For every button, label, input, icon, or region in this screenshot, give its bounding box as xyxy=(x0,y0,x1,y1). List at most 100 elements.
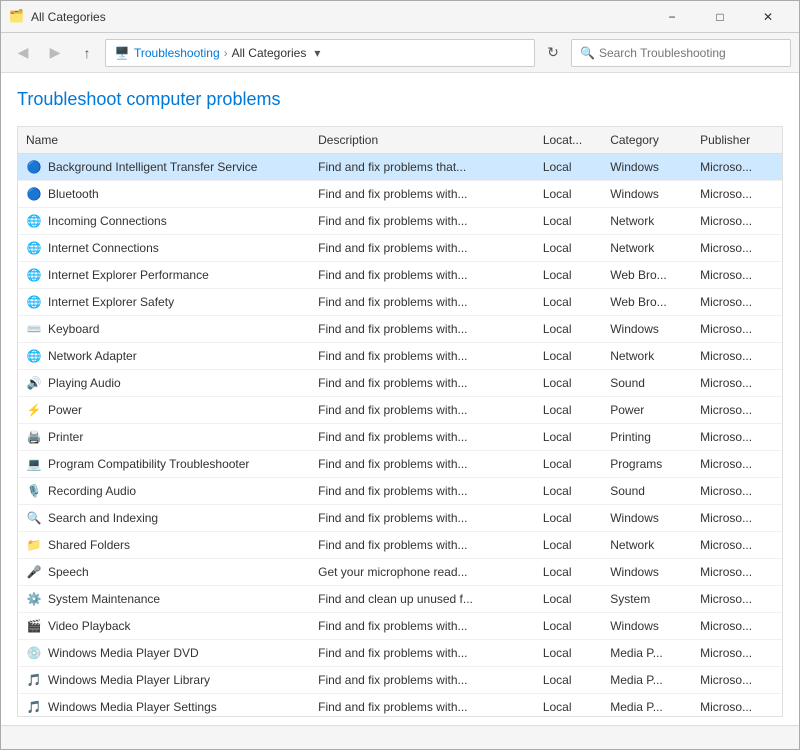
row-icon: 💻 xyxy=(26,456,42,472)
col-header-category[interactable]: Category xyxy=(602,127,692,154)
row-icon: 🌐 xyxy=(26,213,42,229)
item-publisher: Microso... xyxy=(692,478,782,505)
table-row[interactable]: 🎵Windows Media Player SettingsFind and f… xyxy=(18,694,782,718)
table-row[interactable]: ⌨️KeyboardFind and fix problems with...L… xyxy=(18,316,782,343)
item-publisher: Microso... xyxy=(692,289,782,316)
minimize-button[interactable]: − xyxy=(649,1,695,33)
row-icon: ⚡ xyxy=(26,402,42,418)
table-row[interactable]: 🎬Video PlaybackFind and fix problems wit… xyxy=(18,613,782,640)
item-publisher: Microso... xyxy=(692,424,782,451)
row-icon: 🌐 xyxy=(26,240,42,256)
main-window: 🗂️ All Categories − □ ✕ ◀ ▶ ↑ 🖥️ Trouble… xyxy=(0,0,800,750)
item-location: Local xyxy=(535,235,602,262)
search-box: 🔍 xyxy=(571,39,791,67)
table-row[interactable]: 🌐Internet ConnectionsFind and fix proble… xyxy=(18,235,782,262)
item-description: Get your microphone read... xyxy=(310,559,535,586)
row-icon: 🔊 xyxy=(26,375,42,391)
item-name: System Maintenance xyxy=(48,592,160,606)
table-row[interactable]: ⚡PowerFind and fix problems with...Local… xyxy=(18,397,782,424)
item-name: Shared Folders xyxy=(48,538,130,552)
item-publisher: Microso... xyxy=(692,343,782,370)
table-row[interactable]: 🔊Playing AudioFind and fix problems with… xyxy=(18,370,782,397)
table-row[interactable]: 🔵BluetoothFind and fix problems with...L… xyxy=(18,181,782,208)
item-publisher: Microso... xyxy=(692,532,782,559)
table-row[interactable]: 🌐 Incoming Connections Find and fix proble… xyxy=(18,208,782,235)
item-location: Local xyxy=(535,397,602,424)
col-header-name[interactable]: Name xyxy=(18,127,310,154)
row-icon: 🌐 xyxy=(26,267,42,283)
item-category: Programs xyxy=(602,451,692,478)
status-bar xyxy=(1,725,799,749)
item-category: Web Bro... xyxy=(602,289,692,316)
item-location: Local xyxy=(535,640,602,667)
table-row[interactable]: 🎤SpeechGet your microphone read...LocalW… xyxy=(18,559,782,586)
row-icon: ⚙️ xyxy=(26,591,42,607)
item-category: Sound xyxy=(602,370,692,397)
table-row[interactable]: 🔵Background Intelligent Transfer Service… xyxy=(18,154,782,181)
item-location: Local xyxy=(535,478,602,505)
table-row[interactable]: 💿Windows Media Player DVDFind and fix pr… xyxy=(18,640,782,667)
maximize-button[interactable]: □ xyxy=(697,1,743,33)
item-name: Incoming Connections xyxy=(48,214,167,228)
item-location: Local xyxy=(535,451,602,478)
item-description: Find and fix problems with... xyxy=(310,397,535,424)
row-icon: 🎙️ xyxy=(26,483,42,499)
item-publisher: Microso... xyxy=(692,667,782,694)
item-location: Local xyxy=(535,694,602,718)
item-publisher: Microso... xyxy=(692,505,782,532)
item-category: Network xyxy=(602,208,692,235)
breadcrumb-troubleshooting[interactable]: Troubleshooting xyxy=(134,46,220,60)
up-button[interactable]: ↑ xyxy=(73,39,101,67)
items-table-container[interactable]: Name Description Locat... Category Publi… xyxy=(17,126,783,717)
table-row[interactable]: 🖨️PrinterFind and fix problems with...Lo… xyxy=(18,424,782,451)
breadcrumb-allcategories: All Categories xyxy=(232,46,307,60)
item-description: Find and fix problems with... xyxy=(310,208,535,235)
address-bar: ◀ ▶ ↑ 🖥️ Troubleshooting › All Categorie… xyxy=(1,33,799,73)
window-title: All Categories xyxy=(31,10,106,24)
item-description: Find and fix problems with... xyxy=(310,343,535,370)
table-row[interactable]: 🎵Windows Media Player LibraryFind and fi… xyxy=(18,667,782,694)
table-row[interactable]: 🌐Internet Explorer PerformanceFind and f… xyxy=(18,262,782,289)
page-title: Troubleshoot computer problems xyxy=(17,89,783,110)
breadcrumb: 🖥️ Troubleshooting › All Categories ▾ xyxy=(105,39,535,67)
row-icon: 📁 xyxy=(26,537,42,553)
item-description: Find and fix problems with... xyxy=(310,505,535,532)
col-header-description[interactable]: Description xyxy=(310,127,535,154)
row-icon: ⌨️ xyxy=(26,321,42,337)
item-name: Video Playback xyxy=(48,619,131,633)
col-header-publisher[interactable]: Publisher xyxy=(692,127,782,154)
item-category: Windows xyxy=(602,316,692,343)
item-description: Find and fix problems with... xyxy=(310,262,535,289)
table-row[interactable]: 📁 Shared Folders Find and fix problems wit… xyxy=(18,532,782,559)
item-location: Local xyxy=(535,532,602,559)
item-name: Playing Audio xyxy=(48,376,121,390)
table-row[interactable]: 🌐Network AdapterFind and fix problems wi… xyxy=(18,343,782,370)
row-icon: 🎤 xyxy=(26,564,42,580)
table-row[interactable]: 🔍Search and IndexingFind and fix problem… xyxy=(18,505,782,532)
table-row[interactable]: 🎙️Recording AudioFind and fix problems w… xyxy=(18,478,782,505)
item-location: Local xyxy=(535,613,602,640)
item-category: Windows xyxy=(602,505,692,532)
row-icon: 🌐 xyxy=(26,348,42,364)
item-description: Find and fix problems with... xyxy=(310,424,535,451)
search-input[interactable] xyxy=(599,46,782,60)
item-description: Find and fix problems with... xyxy=(310,532,535,559)
item-description: Find and fix problems with... xyxy=(310,316,535,343)
item-category: Network xyxy=(602,235,692,262)
table-row[interactable]: 💻Program Compatibility TroubleshooterFin… xyxy=(18,451,782,478)
row-icon: 🎵 xyxy=(26,699,42,715)
table-row[interactable]: ⚙️System MaintenanceFind and clean up un… xyxy=(18,586,782,613)
item-publisher: Microso... xyxy=(692,262,782,289)
breadcrumb-dropdown-icon[interactable]: ▾ xyxy=(314,46,320,60)
close-button[interactable]: ✕ xyxy=(745,1,791,33)
item-name: Background Intelligent Transfer Service xyxy=(48,160,257,174)
col-header-location[interactable]: Locat... xyxy=(535,127,602,154)
item-location: Local xyxy=(535,586,602,613)
back-button[interactable]: ◀ xyxy=(9,39,37,67)
refresh-button[interactable]: ↻ xyxy=(539,39,567,67)
item-description: Find and fix problems with... xyxy=(310,235,535,262)
items-table: Name Description Locat... Category Publi… xyxy=(18,127,782,717)
item-description: Find and fix problems with... xyxy=(310,613,535,640)
forward-button[interactable]: ▶ xyxy=(41,39,69,67)
table-row[interactable]: 🌐Internet Explorer SafetyFind and fix pr… xyxy=(18,289,782,316)
